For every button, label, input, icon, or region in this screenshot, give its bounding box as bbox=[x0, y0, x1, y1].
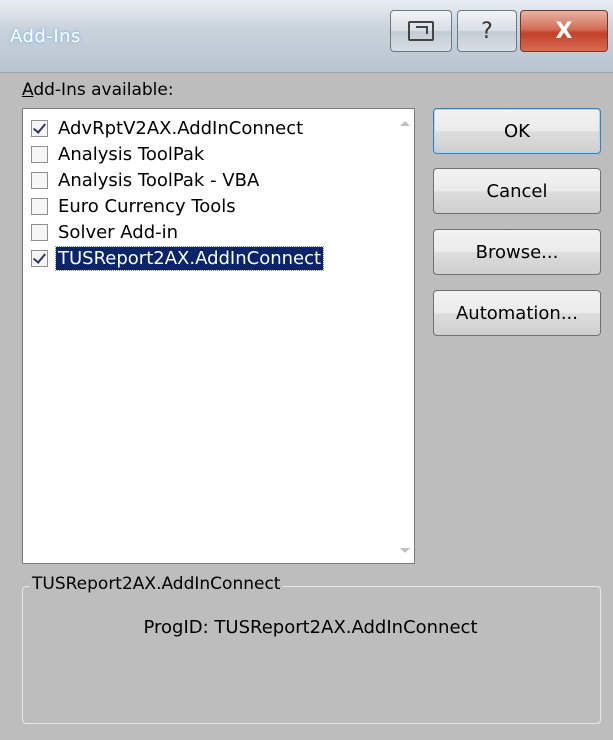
checkbox-analysis-toolpak[interactable] bbox=[31, 145, 48, 163]
label-accelerator: A bbox=[22, 80, 34, 100]
close-button[interactable]: X bbox=[520, 10, 608, 52]
extend-button[interactable] bbox=[390, 10, 452, 52]
list-item[interactable]: Euro Currency Tools bbox=[31, 193, 238, 219]
add-ins-available-label: Add-Ins available: bbox=[22, 80, 174, 100]
checkbox-tusreport2ax[interactable] bbox=[31, 249, 48, 267]
checkbox-analysis-toolpak-vba[interactable] bbox=[31, 171, 48, 189]
scroll-up-arrow-icon[interactable] bbox=[400, 121, 410, 126]
close-icon: X bbox=[555, 18, 573, 44]
extend-icon bbox=[408, 21, 434, 41]
add-ins-list[interactable]: AdvRptV2AX.AddInConnect Analysis ToolPak… bbox=[22, 108, 415, 564]
add-ins-dialog: Add-Ins ? X Add-Ins available: AdvRptV2A… bbox=[0, 0, 613, 740]
browse-label: Browse... bbox=[475, 241, 559, 263]
checkbox-euro-currency-tools[interactable] bbox=[31, 197, 48, 215]
list-item-label: Euro Currency Tools bbox=[58, 195, 236, 217]
checkbox-advrptv2ax[interactable] bbox=[31, 119, 48, 137]
list-item-label: AdvRptV2AX.AddInConnect bbox=[58, 117, 304, 139]
checkbox-solver-add-in[interactable] bbox=[31, 223, 48, 241]
automation-button[interactable]: Automation... bbox=[433, 290, 601, 336]
list-item-selected[interactable]: TUSReport2AX.AddInConnect bbox=[31, 245, 325, 271]
list-item-label: Analysis ToolPak bbox=[58, 143, 205, 165]
automation-label: Automation... bbox=[455, 302, 578, 324]
list-item[interactable]: Analysis ToolPak bbox=[31, 141, 206, 167]
list-item[interactable]: Solver Add-in bbox=[31, 219, 180, 245]
label-rest: dd-Ins available: bbox=[33, 80, 174, 100]
details-group bbox=[22, 586, 601, 724]
details-group-label: TUSReport2AX.AddInConnect bbox=[30, 574, 283, 594]
list-scrollbar[interactable] bbox=[394, 109, 414, 563]
dialog-title: Add-Ins bbox=[10, 26, 81, 47]
help-icon: ? bbox=[481, 18, 493, 44]
list-item[interactable]: Analysis ToolPak - VBA bbox=[31, 167, 261, 193]
cancel-button[interactable]: Cancel bbox=[433, 168, 601, 214]
list-item[interactable]: AdvRptV2AX.AddInConnect bbox=[31, 115, 305, 141]
help-button[interactable]: ? bbox=[457, 10, 517, 52]
list-item-label: Solver Add-in bbox=[58, 221, 179, 243]
title-bar[interactable]: Add-Ins ? X bbox=[0, 0, 613, 73]
browse-button[interactable]: Browse... bbox=[433, 229, 601, 275]
ok-button[interactable]: OK bbox=[433, 108, 601, 154]
list-item-label: TUSReport2AX.AddInConnect bbox=[54, 245, 325, 271]
list-item-label: Analysis ToolPak - VBA bbox=[58, 169, 260, 191]
progid-text: ProgID: TUSReport2AX.AddInConnect bbox=[143, 617, 478, 638]
scroll-down-arrow-icon[interactable] bbox=[400, 548, 410, 553]
